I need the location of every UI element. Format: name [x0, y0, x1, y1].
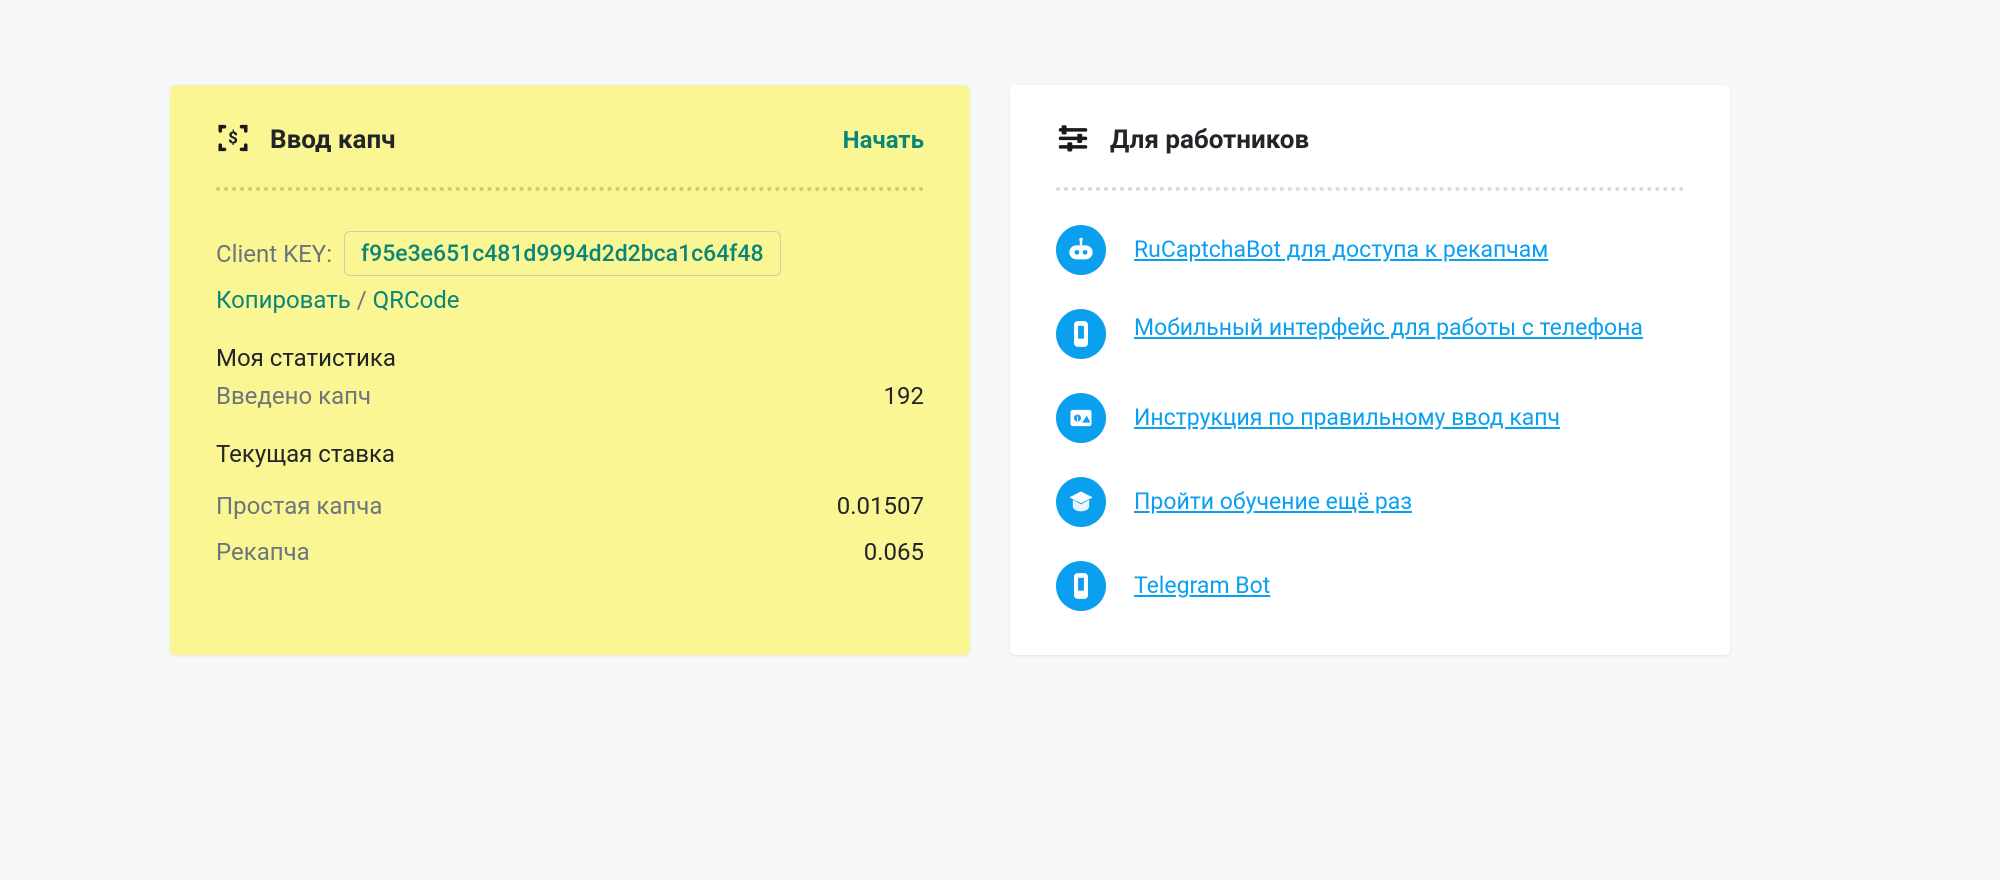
client-key-row: Client KEY: f95e3e651c481d9994d2d2bca1c6… — [216, 231, 924, 276]
workers-header-left: Для работников — [1056, 121, 1309, 159]
mobile-icon — [1056, 561, 1106, 611]
link-item-mobile: Мобильный интерфейс для работы с телефон… — [1056, 309, 1684, 359]
link-item-telegram: Telegram Bot — [1056, 561, 1684, 611]
link-instructions[interactable]: Инструкция по правильному ввод капч — [1134, 393, 1560, 436]
captcha-card-header: $ Ввод капч Начать — [216, 121, 924, 159]
captcha-entry-card: $ Ввод капч Начать Client KEY: f95e3e651… — [170, 85, 970, 655]
svg-text:i: i — [1077, 415, 1079, 423]
client-key-value[interactable]: f95e3e651c481d9994d2d2bca1c64f48 — [344, 231, 781, 276]
mobile-icon — [1056, 309, 1106, 359]
client-key-label: Client KEY: — [216, 240, 332, 268]
recaptcha-label: Рекапча — [216, 538, 310, 566]
client-key-actions: Копировать / QRCode — [216, 286, 924, 314]
separator — [216, 187, 924, 191]
robot-icon — [1056, 225, 1106, 275]
link-telegram[interactable]: Telegram Bot — [1134, 561, 1270, 604]
link-item-rucaptchabot: RuCaptchaBot для доступа к рекапчам — [1056, 225, 1684, 275]
simple-captcha-value: 0.01507 — [837, 492, 924, 520]
image-info-icon: i — [1056, 393, 1106, 443]
recaptcha-value: 0.065 — [864, 538, 924, 566]
sliders-icon — [1056, 121, 1090, 159]
svg-text:$: $ — [228, 129, 238, 149]
qrcode-link[interactable]: QRCode — [373, 286, 460, 314]
separator — [1056, 187, 1684, 191]
captcha-scan-icon: $ — [216, 121, 250, 159]
rate-heading: Текущая ставка — [216, 440, 924, 468]
graduation-cap-icon — [1056, 477, 1106, 527]
link-mobile[interactable]: Мобильный интерфейс для работы с телефон… — [1134, 309, 1643, 346]
link-item-training: Пройти обучение ещё раз — [1056, 477, 1684, 527]
entered-label: Введено капч — [216, 382, 371, 410]
workers-card-header: Для работников — [1056, 121, 1684, 159]
stats-heading: Моя статистика — [216, 344, 924, 372]
separator-text: / — [351, 286, 373, 314]
link-training[interactable]: Пройти обучение ещё раз — [1134, 477, 1412, 520]
recaptcha-row: Рекапча 0.065 — [216, 538, 924, 566]
captcha-card-title: Ввод капч — [270, 125, 396, 155]
header-left: $ Ввод капч — [216, 121, 396, 159]
dashboard-container: $ Ввод капч Начать Client KEY: f95e3e651… — [170, 85, 1830, 655]
workers-card: Для работников RuCaptchaBot для доступа … — [1010, 85, 1730, 655]
copy-link[interactable]: Копировать — [216, 286, 351, 314]
simple-captcha-row: Простая капча 0.01507 — [216, 492, 924, 520]
link-rucaptchabot[interactable]: RuCaptchaBot для доступа к рекапчам — [1134, 225, 1548, 268]
stats-entered-row: Введено капч 192 — [216, 382, 924, 410]
simple-captcha-label: Простая капча — [216, 492, 382, 520]
link-item-instructions: i Инструкция по правильному ввод капч — [1056, 393, 1684, 443]
workers-card-title: Для работников — [1110, 125, 1309, 155]
workers-link-list: RuCaptchaBot для доступа к рекапчам Моби… — [1056, 225, 1684, 611]
start-button[interactable]: Начать — [843, 126, 924, 154]
entered-value: 192 — [884, 382, 924, 410]
